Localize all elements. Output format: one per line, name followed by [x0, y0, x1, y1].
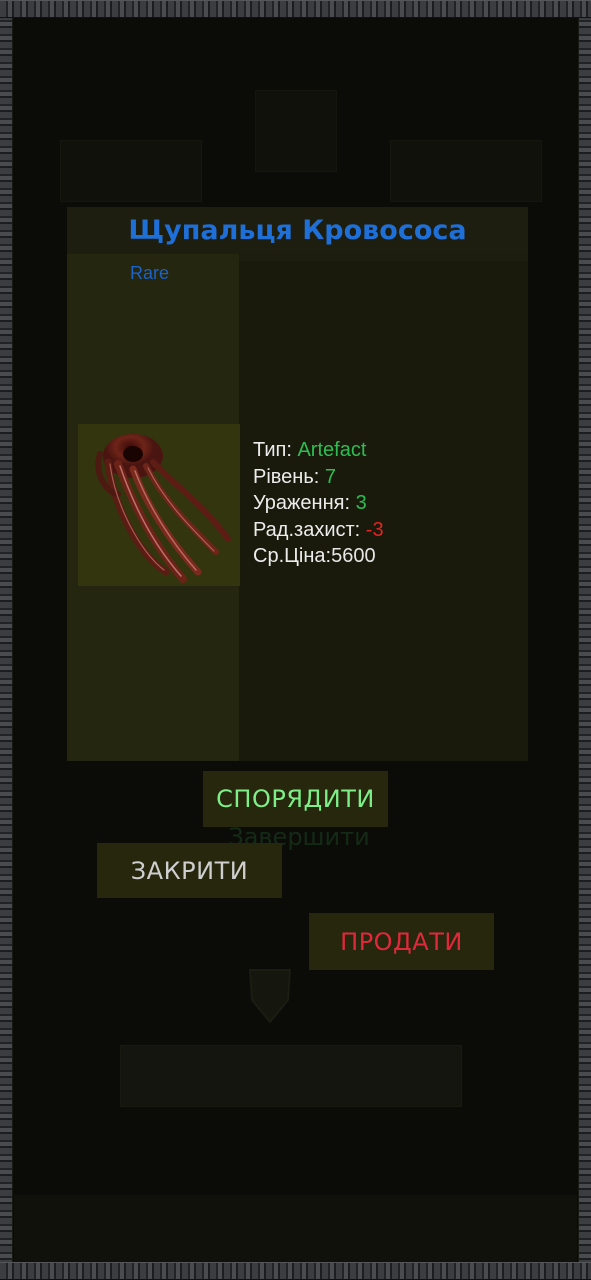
frame-left-border	[0, 0, 12, 1280]
frame-bottom-border	[0, 1262, 591, 1280]
frame-right-border	[579, 0, 591, 1280]
frame-top-border	[0, 0, 591, 18]
screen-inner-border	[12, 16, 579, 1264]
